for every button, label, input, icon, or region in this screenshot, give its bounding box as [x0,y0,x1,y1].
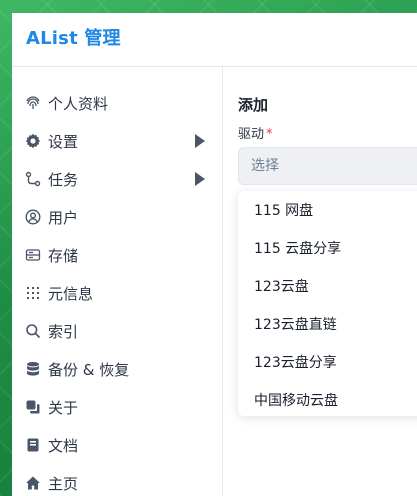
driver-field-label: 驱动 * [238,123,273,142]
storage-icon [25,247,41,263]
sidebar-item-backup-restore[interactable]: 备份 & 恢复 [12,350,222,388]
home-icon [25,475,41,491]
sidebar-item-label: 用户 [48,208,79,227]
fingerprint-icon [25,95,41,111]
sidebar-item-index[interactable]: 索引 [12,312,222,350]
driver-dropdown-menu: 115 网盘 115 云盘分享 123云盘 123云盘直链 123云盘分享 中国… [238,191,417,416]
sidebar-item-label: 存储 [48,246,79,265]
about-icon [25,399,41,415]
dropdown-option[interactable]: 115 云盘分享 [238,230,417,268]
page-title: 添加 [238,96,269,114]
dropdown-option[interactable]: 123云盘分享 [238,344,417,382]
sidebar-item-label: 主页 [48,474,79,493]
driver-label-text: 驱动 [238,127,265,142]
search-icon [25,323,41,339]
dropdown-option[interactable]: 123云盘直链 [238,306,417,344]
dropdown-option[interactable]: 中国移动云盘 [238,382,417,420]
sidebar-item-storage[interactable]: 存储 [12,236,222,274]
sidebar-item-about[interactable]: 关于 [12,388,222,426]
main-content: 添加 驱动 * 选择 115 网盘 115 云盘分享 123云盘 123云盘直链 … [223,67,417,496]
caret-right-icon [195,172,205,186]
app-window: AList 管理 个人资料 设置 任务 用户 存储 元信息 索引 备份 & 恢复… [12,13,417,496]
sidebar-item-home[interactable]: 主页 [12,464,222,496]
user-circle-icon [25,209,41,225]
sidebar-item-label: 关于 [48,398,79,417]
database-icon [25,361,41,377]
book-icon [25,437,41,453]
driver-select-placeholder: 选择 [251,158,279,174]
metadata-icon [25,285,41,301]
required-mark: * [266,127,273,142]
sidebar-item-label: 任务 [48,170,79,189]
sidebar-item-label: 索引 [48,322,79,341]
sidebar-item-tasks[interactable]: 任务 [12,160,222,198]
driver-select[interactable]: 选择 [238,147,417,185]
sidebar-item-docs[interactable]: 文档 [12,426,222,464]
sidebar: 个人资料 设置 任务 用户 存储 元信息 索引 备份 & 恢复 关于 文档 主页 [12,67,223,496]
caret-right-icon [195,134,205,148]
sidebar-item-label: 备份 & 恢复 [48,360,130,379]
top-header: AList 管理 [12,13,417,67]
sidebar-item-metadata[interactable]: 元信息 [12,274,222,312]
sidebar-item-users[interactable]: 用户 [12,198,222,236]
brand-title[interactable]: AList 管理 [26,24,121,50]
sidebar-item-label: 个人资料 [48,94,109,113]
dropdown-option[interactable]: 115 网盘 [238,192,417,230]
sidebar-item-label: 文档 [48,436,79,455]
dropdown-option[interactable]: 123云盘 [238,268,417,306]
sidebar-item-settings[interactable]: 设置 [12,122,222,160]
sidebar-item-profile[interactable]: 个人资料 [12,84,222,122]
gear-icon [25,133,41,149]
sidebar-item-label: 元信息 [48,284,94,303]
route-icon [25,171,41,187]
sidebar-item-label: 设置 [48,132,79,151]
